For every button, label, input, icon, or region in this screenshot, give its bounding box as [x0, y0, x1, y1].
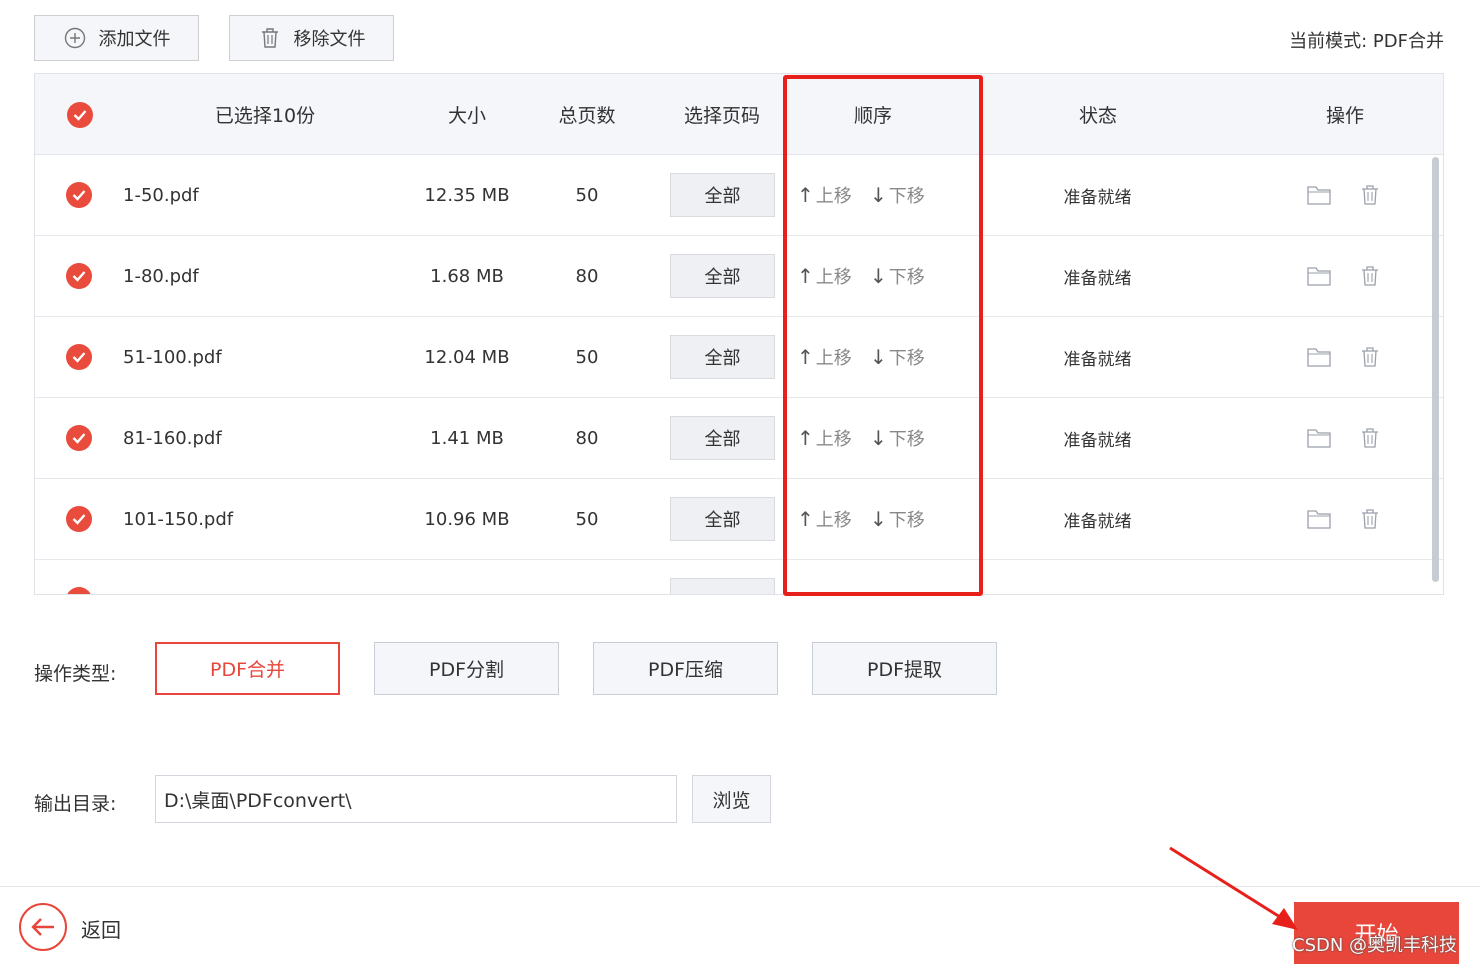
table-row-partial — [35, 560, 1443, 594]
add-file-button[interactable]: 添加文件 — [34, 15, 199, 61]
file-size: 12.35 MB — [424, 184, 510, 206]
folder-icon[interactable] — [1307, 183, 1331, 207]
page-select-button[interactable]: 全部 — [670, 173, 775, 217]
row-checkbox[interactable] — [66, 317, 92, 397]
file-pages: 50 — [575, 346, 599, 368]
header-pages: 总页数 — [558, 105, 616, 127]
file-pages: 50 — [575, 184, 599, 206]
back-label[interactable]: 返回 — [81, 914, 121, 943]
table-row: 101-150.pdf 10.96 MB 50 全部 ↑ 上移 ↓ 下移 准备就绪 — [35, 479, 1443, 560]
plus-circle-icon — [63, 26, 87, 50]
page-select-button[interactable]: 全部 — [670, 335, 775, 379]
delete-icon[interactable] — [1358, 507, 1382, 531]
check-icon — [66, 182, 92, 208]
folder-icon[interactable] — [1307, 507, 1331, 531]
status-text: 准备就绪 — [1063, 349, 1132, 370]
file-name: 51-100.pdf — [123, 346, 222, 368]
table-row: 81-160.pdf 1.41 MB 80 全部 ↑ 上移 ↓ 下移 准备就绪 — [35, 398, 1443, 479]
op-type-extract-button[interactable]: PDF提取 — [812, 642, 997, 695]
browse-button[interactable]: 浏览 — [692, 775, 771, 823]
op-type-label: 操作类型: — [34, 663, 117, 685]
file-table: 已选择10份 大小 总页数 选择页码 顺序 状态 操作 1-50.pdf 12.… — [34, 73, 1444, 595]
check-icon — [66, 587, 92, 594]
status-text: 准备就绪 — [1063, 430, 1132, 451]
row-checkbox[interactable] — [66, 236, 92, 316]
delete-icon[interactable] — [1358, 345, 1382, 369]
header-size: 大小 — [447, 105, 486, 127]
mode-value: PDF合并 — [1372, 31, 1444, 52]
check-icon — [66, 263, 92, 289]
mode-label: 当前模式: — [1289, 31, 1368, 52]
arrow-left-icon — [31, 918, 54, 936]
highlight-box — [783, 75, 983, 596]
table-row: 1-80.pdf 1.68 MB 80 全部 ↑ 上移 ↓ 下移 准备就绪 — [35, 236, 1443, 317]
row-checkbox[interactable] — [66, 479, 92, 559]
file-size: 10.96 MB — [424, 508, 510, 530]
remove-file-label: 移除文件 — [293, 29, 366, 50]
check-icon — [67, 101, 93, 128]
watermark: CSDN @奥凯丰科技 — [1292, 935, 1458, 956]
table-header: 已选择10份 大小 总页数 选择页码 顺序 状态 操作 — [35, 74, 1443, 155]
delete-icon[interactable] — [1358, 183, 1382, 207]
page-select-button[interactable] — [670, 578, 775, 594]
status-text: 准备就绪 — [1063, 511, 1132, 532]
select-all-checkbox[interactable] — [65, 74, 95, 155]
file-size: 1.68 MB — [430, 265, 504, 287]
file-size: 12.04 MB — [424, 346, 510, 368]
output-path-value: D:\桌面\PDFconvert\ — [164, 789, 352, 812]
vertical-scrollbar[interactable] — [1432, 157, 1439, 582]
remove-file-button[interactable]: 移除文件 — [229, 15, 394, 61]
op-type-merge-button[interactable]: PDF合并 — [155, 642, 340, 695]
row-checkbox[interactable] — [66, 398, 92, 478]
row-checkbox[interactable] — [66, 155, 92, 235]
file-name: 81-160.pdf — [123, 427, 222, 449]
file-size: 1.41 MB — [430, 427, 504, 449]
op-type-split-button[interactable]: PDF分割 — [374, 642, 559, 695]
status-text: 准备就绪 — [1063, 187, 1132, 208]
trash-icon — [258, 26, 282, 50]
file-name: 1-80.pdf — [123, 265, 199, 287]
page-select-button[interactable]: 全部 — [670, 416, 775, 460]
header-page-select: 选择页码 — [683, 105, 760, 127]
header-status: 状态 — [1078, 105, 1117, 127]
header-action: 操作 — [1325, 105, 1364, 127]
page-select-button[interactable]: 全部 — [670, 497, 775, 541]
table-row: 51-100.pdf 12.04 MB 50 全部 ↑ 上移 ↓ 下移 准备就绪 — [35, 317, 1443, 398]
page-select-button[interactable]: 全部 — [670, 254, 775, 298]
folder-icon[interactable] — [1307, 345, 1331, 369]
file-pages: 80 — [575, 265, 599, 287]
op-type-compress-button[interactable]: PDF压缩 — [593, 642, 778, 695]
delete-icon[interactable] — [1358, 264, 1382, 288]
annotation-arrow-icon — [1169, 846, 1298, 930]
file-name: 101-150.pdf — [123, 508, 234, 530]
delete-icon[interactable] — [1358, 426, 1382, 450]
file-pages: 50 — [575, 508, 599, 530]
pdf-tool-page: 添加文件 移除文件 当前模式: PDF合并 已选择10份 大小 总页数 选择页码… — [0, 0, 1480, 964]
output-path-field[interactable]: D:\桌面\PDFconvert\ — [155, 775, 677, 823]
check-icon — [66, 506, 92, 532]
check-icon — [66, 425, 92, 451]
current-mode: 当前模式: PDF合并 — [1289, 27, 1444, 53]
status-text: 准备就绪 — [1063, 268, 1132, 289]
file-name: 1-50.pdf — [123, 184, 199, 206]
file-pages: 80 — [575, 427, 599, 449]
folder-icon[interactable] — [1307, 264, 1331, 288]
output-dir-label: 输出目录: — [34, 793, 117, 815]
table-row: 1-50.pdf 12.35 MB 50 全部 ↑ 上移 ↓ 下移 准备就绪 — [35, 155, 1443, 236]
folder-icon[interactable] — [1307, 426, 1331, 450]
row-checkbox[interactable] — [66, 560, 92, 594]
check-icon — [66, 344, 92, 370]
header-selected: 已选择10份 — [214, 105, 316, 127]
back-button[interactable] — [19, 903, 67, 951]
add-file-label: 添加文件 — [98, 29, 171, 50]
